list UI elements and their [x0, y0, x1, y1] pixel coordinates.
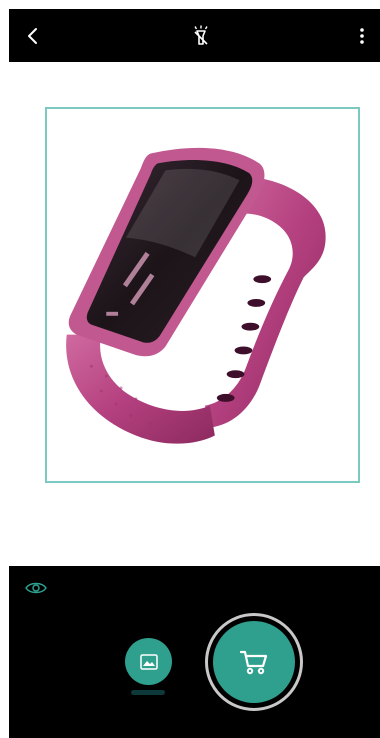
gallery-button[interactable] — [125, 638, 172, 685]
fitness-band-image — [66, 147, 326, 444]
shopping-search-button[interactable] — [213, 621, 295, 703]
flash-off-icon — [194, 25, 208, 45]
gallery-indicator — [131, 690, 165, 695]
shopping-cart-icon — [239, 650, 268, 675]
chevron-left-icon — [28, 27, 37, 44]
eye-icon — [25, 582, 47, 594]
lens-toggle-button[interactable] — [24, 578, 48, 598]
bottom-controls — [9, 566, 380, 738]
back-button[interactable] — [11, 9, 55, 62]
top-app-bar — [9, 9, 380, 62]
camera-viewport[interactable] — [9, 62, 380, 566]
flash-toggle-button[interactable] — [179, 9, 223, 62]
detection-frame[interactable] — [45, 107, 360, 483]
gallery-image-icon — [139, 653, 158, 670]
more-options-button[interactable] — [340, 9, 380, 62]
more-vertical-icon — [360, 27, 364, 44]
